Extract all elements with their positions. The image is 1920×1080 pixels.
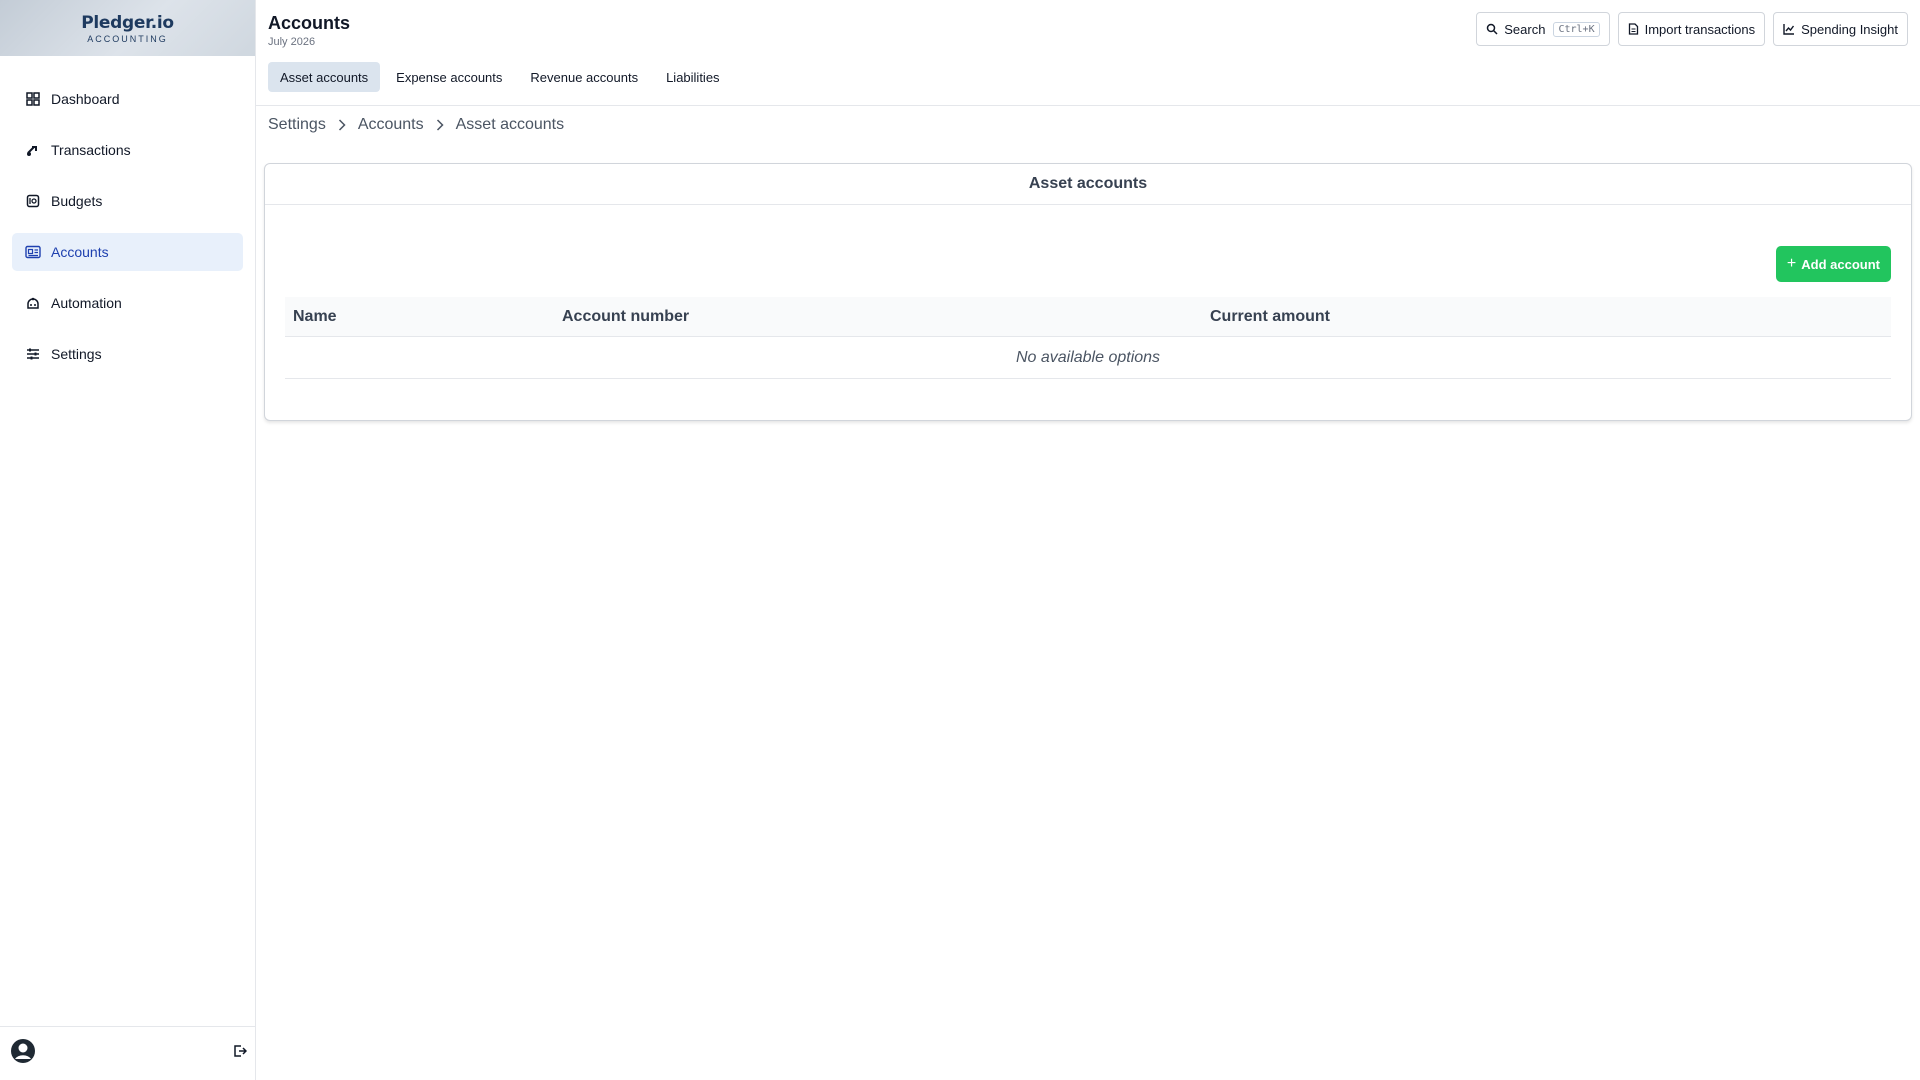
header-actions: Search Ctrl+K Import transactions Spendi… [1468, 12, 1908, 46]
column-header-account-number[interactable]: Account number [562, 308, 689, 326]
sidebar-item-label: Budgets [51, 193, 103, 209]
chevron-right-icon [338, 119, 346, 131]
import-label: Import transactions [1644, 21, 1756, 37]
account-type-tabs: Asset accounts Expense accounts Revenue … [268, 62, 736, 92]
sidebar-item-dashboard[interactable]: Dashboard [12, 80, 243, 118]
automation-icon [25, 295, 41, 311]
sidebar-footer [0, 1026, 256, 1080]
search-icon [1487, 23, 1498, 35]
brand-name: Pledger.io [81, 12, 174, 33]
sidebar-item-label: Accounts [51, 244, 109, 260]
transactions-icon [25, 142, 41, 158]
breadcrumb-settings[interactable]: Settings [268, 116, 326, 134]
insight-label: Spending Insight [1801, 21, 1898, 37]
sidebar-item-label: Settings [51, 346, 102, 362]
search-label: Search [1504, 21, 1546, 37]
search-button[interactable]: Search Ctrl+K [1476, 12, 1610, 46]
chart-icon [1783, 24, 1795, 35]
page-header: Accounts July 2026 Asset accounts Expens… [256, 0, 1920, 106]
sidebar-item-automation[interactable]: Automation [12, 284, 243, 322]
logout-icon[interactable] [233, 1044, 248, 1063]
sidebar-item-label: Dashboard [51, 91, 120, 107]
table-header: Name Account number Current amount [285, 297, 1891, 337]
sidebar-item-label: Transactions [51, 142, 131, 158]
sidebar-item-budgets[interactable]: Budgets [12, 182, 243, 220]
accounts-table: Name Account number Current amount No av… [285, 297, 1891, 379]
sidebar-nav: Dashboard Transactions Budgets Accounts … [0, 56, 255, 373]
sidebar-item-settings[interactable]: Settings [12, 335, 243, 373]
tab-liabilities[interactable]: Liabilities [654, 62, 731, 92]
sidebar-item-label: Automation [51, 295, 122, 311]
empty-state-row: No available options [285, 337, 1891, 379]
tab-expense-accounts[interactable]: Expense accounts [384, 62, 514, 92]
file-icon [1628, 23, 1638, 35]
tab-revenue-accounts[interactable]: Revenue accounts [518, 62, 650, 92]
card-title: Asset accounts [265, 164, 1911, 205]
tab-asset-accounts[interactable]: Asset accounts [268, 62, 381, 92]
accounts-icon [25, 244, 41, 260]
add-account-label: Add account [1801, 256, 1880, 272]
avatar-icon[interactable] [10, 1038, 36, 1069]
plus-icon: + [1786, 255, 1797, 272]
dashboard-icon [25, 91, 41, 107]
budgets-icon [25, 193, 41, 209]
search-shortcut: Ctrl+K [1553, 21, 1600, 37]
settings-icon [25, 346, 41, 362]
spending-insight-button[interactable]: Spending Insight [1773, 12, 1908, 46]
column-header-name[interactable]: Name [293, 308, 337, 326]
asset-accounts-card: Asset accounts + Add account Name Accoun… [264, 163, 1912, 421]
breadcrumb-accounts[interactable]: Accounts [358, 116, 424, 134]
column-header-current-amount[interactable]: Current amount [1210, 308, 1330, 326]
sidebar-item-transactions[interactable]: Transactions [12, 131, 243, 169]
page-subtitle: July 2026 [268, 36, 316, 48]
sidebar: Pledger.io ACCOUNTING Dashboard Transact… [0, 0, 256, 1080]
chevron-right-icon [436, 119, 444, 131]
breadcrumb: Settings Accounts Asset accounts [268, 116, 564, 134]
brand-logo[interactable]: Pledger.io ACCOUNTING [0, 0, 255, 56]
breadcrumb-asset-accounts: Asset accounts [455, 116, 565, 133]
page-title: Accounts [268, 13, 351, 33]
import-transactions-button[interactable]: Import transactions [1617, 12, 1766, 46]
brand-subtitle: ACCOUNTING [87, 33, 168, 44]
add-account-button[interactable]: + Add account [1775, 246, 1891, 282]
sidebar-item-accounts[interactable]: Accounts [12, 233, 243, 271]
